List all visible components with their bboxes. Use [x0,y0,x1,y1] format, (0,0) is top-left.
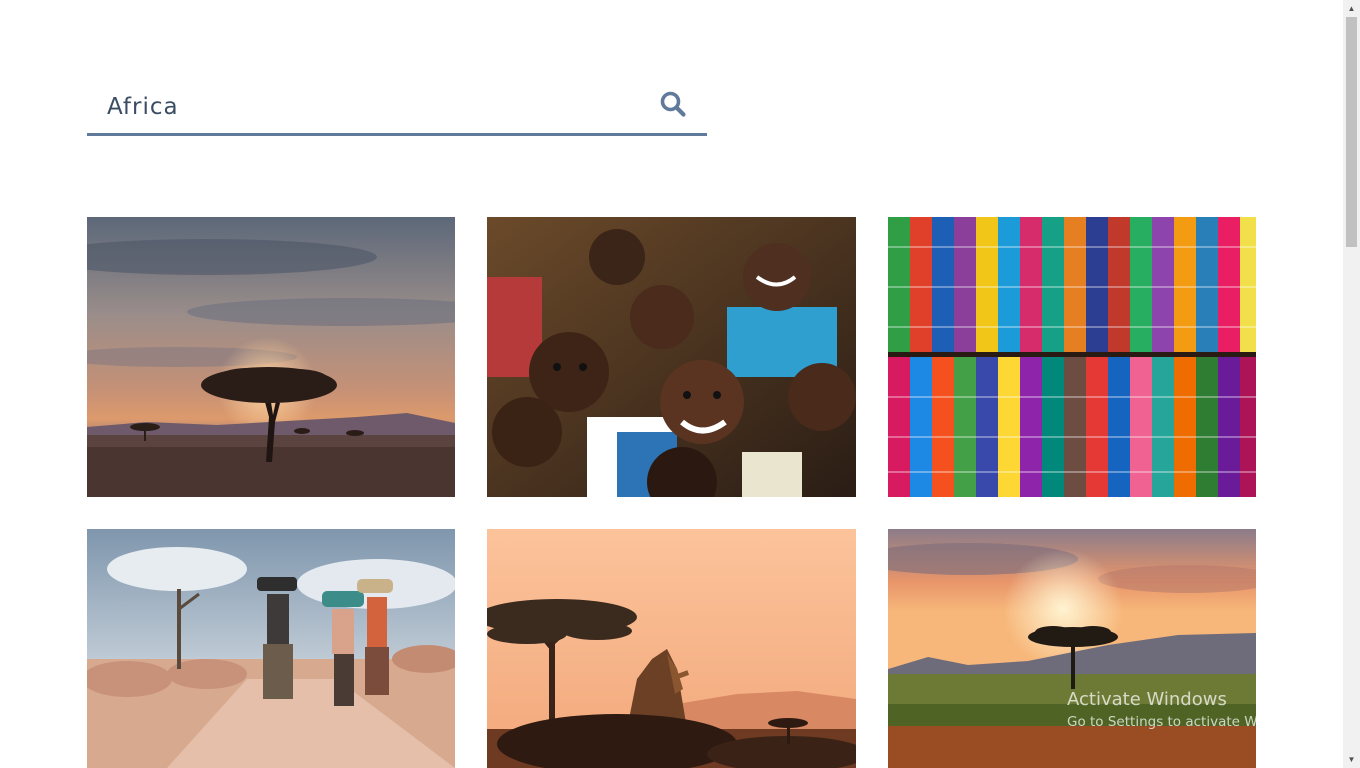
search-button[interactable] [659,90,691,122]
gallery-image-giraffe[interactable] [487,529,856,768]
search-input[interactable] [107,90,627,124]
gallery-image-children[interactable] [487,217,856,497]
scroll-thumb[interactable] [1346,17,1357,247]
arrow-up-icon: ▲ [1347,4,1356,13]
search-bar [87,80,707,136]
gallery-image-acacia-sunset[interactable] [87,217,455,497]
gallery-page: Activate Windows Go to Settings to activ… [0,0,1360,768]
gallery-image-fabrics[interactable] [888,217,1256,497]
arrow-down-icon: ▼ [1347,755,1356,764]
vertical-scrollbar[interactable]: ▲ ▼ [1343,0,1360,768]
scroll-down-button[interactable]: ▼ [1343,751,1360,768]
gallery-image-women-carrying[interactable] [87,529,455,768]
search-icon [660,91,686,117]
scroll-up-button[interactable]: ▲ [1343,0,1360,17]
gallery-image-savanna-sunset[interactable] [888,529,1256,768]
